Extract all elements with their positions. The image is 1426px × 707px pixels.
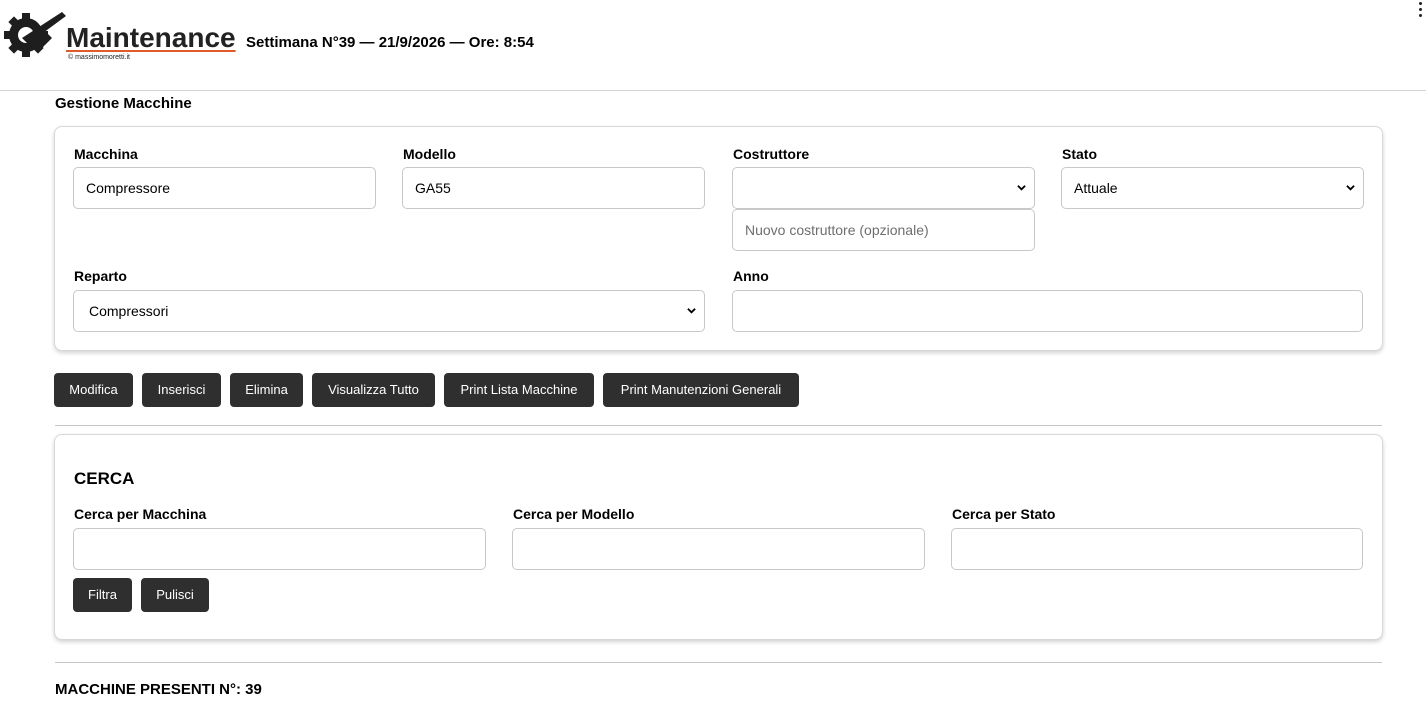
stato-select[interactable]: Attuale [1061,167,1364,209]
cerca-macchina-label: Cerca per Macchina [74,506,207,522]
costruttore-label: Costruttore [733,146,810,162]
search-title: CERCA [74,469,135,488]
visualizza-tutto-button[interactable]: Visualizza Tutto [312,373,435,407]
chevron-down-icon [1017,185,1026,191]
filtra-button[interactable]: Filtra [73,578,132,612]
app-header: Maintenance © massimomoretti.it Settiman… [0,0,1426,91]
copyright-text: © massimomoretti.it [68,54,130,61]
cerca-modello-input[interactable] [512,528,925,570]
week-info: Settimana N°39 — 21/9/2026 — Ore: 8:54 [246,34,534,51]
cerca-stato-input[interactable] [951,528,1363,570]
chevron-down-icon [687,308,696,314]
stato-label: Stato [1062,146,1097,162]
elimina-button[interactable]: Elimina [230,373,303,407]
chevron-down-icon [1346,185,1355,191]
brand-title[interactable]: Maintenance [66,24,236,52]
reparto-select[interactable]: Compressori [73,290,705,332]
anno-label: Anno [733,268,769,284]
modello-input[interactable]: GA55 [402,167,705,209]
inserisci-button[interactable]: Inserisci [142,373,221,407]
print-manutenzioni-button[interactable]: Print Manutenzioni Generali [603,373,799,407]
anno-input[interactable] [732,290,1363,332]
reparto-value: Compressori [89,303,169,319]
kebab-menu-icon[interactable] [1418,0,1424,22]
divider [55,425,1382,426]
section-title: Gestione Macchine [55,95,192,112]
pulisci-button[interactable]: Pulisci [141,578,209,612]
cerca-stato-label: Cerca per Stato [952,506,1056,522]
reparto-label: Reparto [74,268,127,284]
nuovo-costruttore-input[interactable]: Nuovo costruttore (opzionale) [732,209,1035,251]
gear-wrench-icon [4,12,66,57]
print-lista-macchine-button[interactable]: Print Lista Macchine [444,373,594,407]
divider [55,662,1382,663]
cerca-macchina-input[interactable] [73,528,486,570]
stato-value: Attuale [1074,180,1118,196]
modello-label: Modello [403,146,456,162]
modifica-button[interactable]: Modifica [54,373,133,407]
cerca-modello-label: Cerca per Modello [513,506,635,522]
costruttore-select[interactable] [732,167,1035,209]
macchina-label: Macchina [74,146,138,162]
machine-count: MACCHINE PRESENTI N°: 39 [55,681,262,698]
macchina-input[interactable]: Compressore [73,167,376,209]
